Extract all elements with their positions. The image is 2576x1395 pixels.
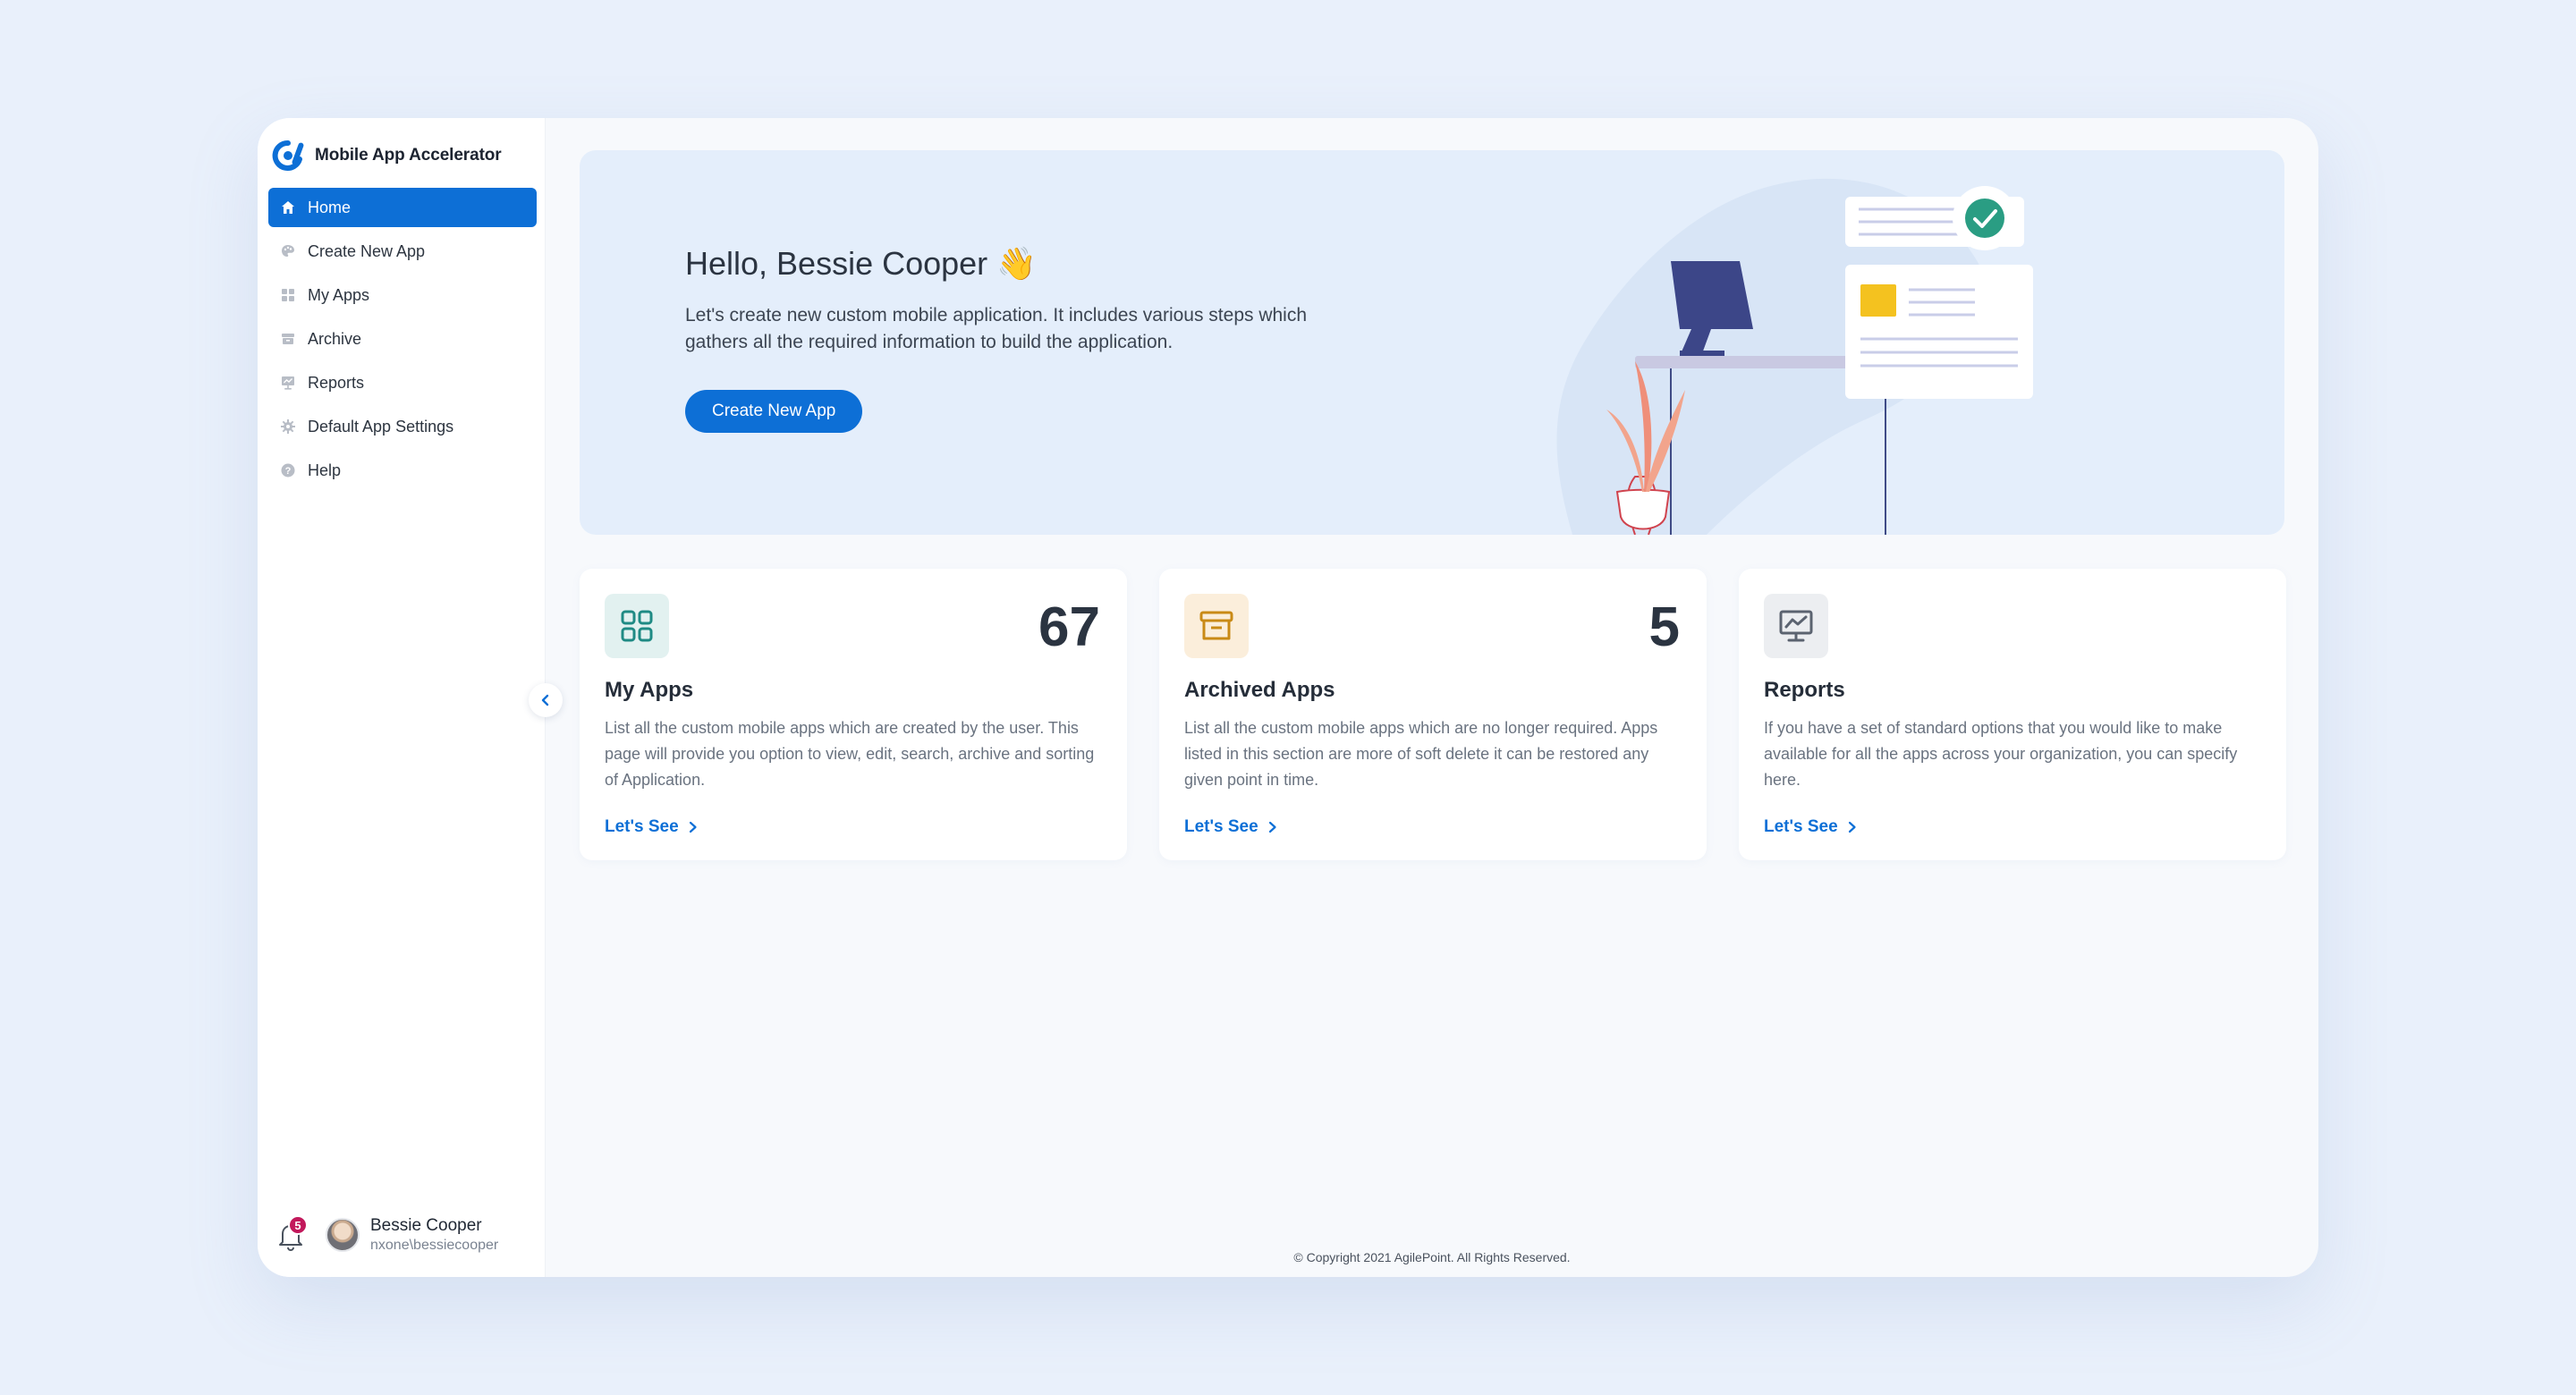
sidebar-collapse-button[interactable]	[529, 683, 563, 717]
my-apps-card: 67 My Apps List all the custom mobile ap…	[580, 569, 1127, 860]
reports-card: Reports If you have a set of standard op…	[1739, 569, 2286, 860]
sidebar-item-help[interactable]: ? Help	[268, 451, 537, 490]
sidebar-item-create-new-app[interactable]: Create New App	[268, 232, 537, 271]
home-icon	[279, 199, 297, 216]
archived-apps-count: 5	[1648, 596, 1680, 658]
sidebar-item-home[interactable]: Home	[268, 188, 537, 227]
sidebar-item-label: My Apps	[308, 285, 370, 304]
archive-icon	[1184, 594, 1249, 658]
card-title: Reports	[1764, 678, 1845, 702]
sidebar-item-default-app-settings[interactable]: Default App Settings	[268, 407, 537, 446]
gear-icon	[279, 418, 297, 435]
welcome-description: Let's create new custom mobile applicati…	[685, 305, 1308, 352]
archive-icon	[279, 330, 297, 348]
card-description: If you have a set of standard options th…	[1764, 719, 2238, 789]
grid-icon	[605, 594, 669, 658]
sidebar-item-label: Default App Settings	[308, 417, 454, 435]
reports-icon	[279, 374, 297, 392]
reports-icon	[1764, 594, 1828, 658]
brand[interactable]: Mobile App Accelerator	[272, 136, 502, 175]
reports-lets-see-link[interactable]: Let's See	[1764, 817, 1858, 837]
chevron-right-icon	[1848, 821, 1856, 833]
app-window: Mobile App Accelerator Home Create New A…	[258, 118, 2318, 1277]
link-label: Let's See	[605, 817, 679, 836]
notifications-button[interactable]: 5	[275, 1215, 308, 1253]
sidebar-item-label: Reports	[308, 373, 365, 392]
main-content: Hello, Bessie Cooper 👋 Let's create new …	[546, 118, 2318, 1277]
link-label: Let's See	[1764, 817, 1838, 836]
sidebar-item-label: Create New App	[308, 241, 426, 260]
archived-apps-card: 5 Archived Apps List all the custom mobi…	[1159, 569, 1707, 860]
avatar	[326, 1218, 360, 1252]
sidebar-nav: Home Create New App My Apps Archive Repo…	[268, 188, 537, 495]
chevron-right-icon	[1268, 821, 1276, 833]
my-apps-lets-see-link[interactable]: Let's See	[605, 817, 699, 837]
user-name: Bessie Cooper	[370, 1216, 482, 1235]
card-description: List all the custom mobile apps which ar…	[605, 719, 1095, 789]
sidebar-item-label: Home	[308, 198, 352, 216]
my-apps-count: 67	[1038, 596, 1100, 658]
chevron-right-icon	[689, 821, 697, 833]
greeting-heading: Hello, Bessie Cooper 👋	[685, 245, 1037, 282]
card-title: Archived Apps	[1184, 678, 1335, 702]
copyright-text: © Copyright 2021 AgilePoint. All Rights …	[1293, 1250, 1571, 1264]
user-profile[interactable]: Bessie Cooper nxone\bessiecooper	[326, 1216, 498, 1254]
workspace-illustration	[1556, 178, 2033, 535]
notification-badge: 5	[288, 1215, 308, 1235]
link-label: Let's See	[1184, 817, 1258, 836]
sidebar-item-archive[interactable]: Archive	[268, 319, 537, 359]
summary-cards: 67 My Apps List all the custom mobile ap…	[580, 569, 2286, 860]
app-logo-icon	[272, 140, 304, 171]
palette-icon	[279, 242, 297, 260]
sidebar-footer: 5 Bessie Cooper nxone\bessiecooper	[275, 1215, 498, 1254]
sidebar-item-label: Help	[308, 461, 342, 479]
archived-apps-lets-see-link[interactable]: Let's See	[1184, 817, 1278, 837]
create-new-app-button[interactable]: Create New App	[685, 390, 863, 433]
help-icon: ?	[279, 461, 297, 479]
card-description: List all the custom mobile apps which ar…	[1184, 719, 1658, 789]
grid-icon	[279, 286, 297, 304]
welcome-banner: Hello, Bessie Cooper 👋 Let's create new …	[580, 150, 2284, 535]
user-info: Bessie Cooper nxone\bessiecooper	[370, 1216, 498, 1254]
user-login: nxone\bessiecooper	[370, 1238, 499, 1253]
app-title: Mobile App Accelerator	[315, 146, 502, 165]
card-title: My Apps	[605, 678, 694, 702]
sidebar-item-my-apps[interactable]: My Apps	[268, 275, 537, 315]
sidebar-item-reports[interactable]: Reports	[268, 363, 537, 402]
sidebar-item-label: Archive	[308, 329, 362, 348]
chevron-left-icon	[541, 694, 549, 706]
sidebar: Mobile App Accelerator Home Create New A…	[258, 118, 546, 1277]
svg-text:?: ?	[285, 466, 292, 477]
